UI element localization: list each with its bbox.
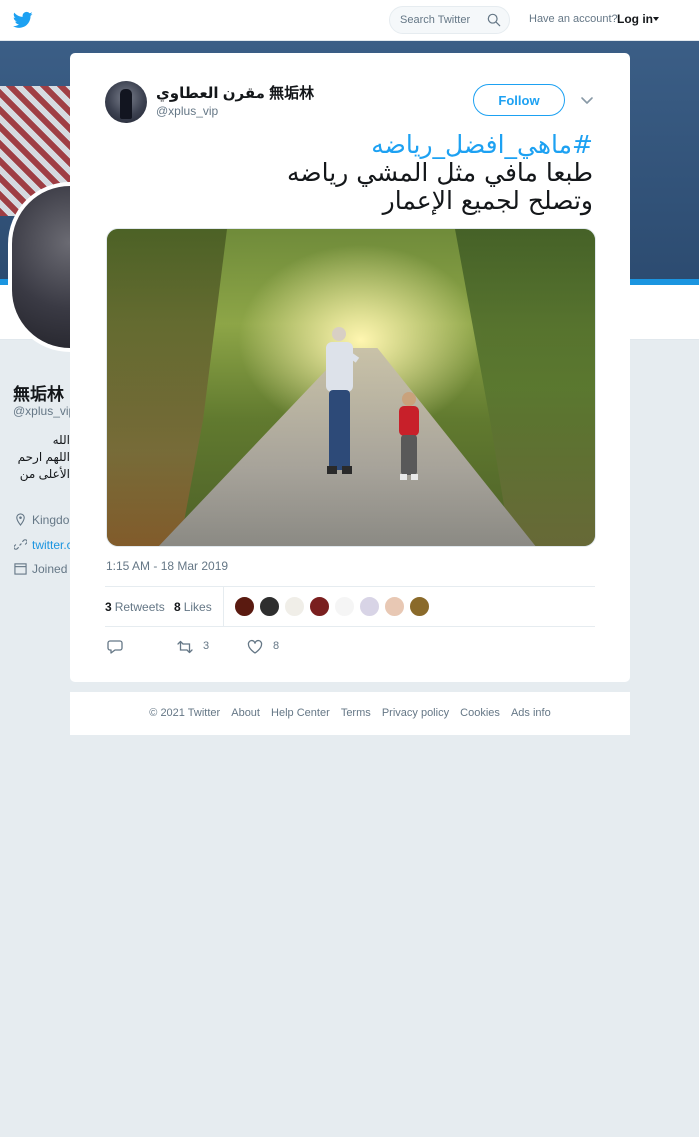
tweet-author-handle[interactable]: @xplus_vip: [156, 104, 218, 118]
likes-count: 8: [174, 600, 181, 614]
retweets-stat[interactable]: 3 Retweets: [105, 600, 165, 614]
footer-links: © 2021 Twitter About Help Center Terms P…: [70, 707, 630, 719]
avatar-figure: [120, 89, 132, 119]
liker-avatar[interactable]: [359, 596, 380, 617]
retweets-label: Retweets: [114, 600, 165, 614]
tweet-text-line: طبعا مافي مثل المشي رياضه: [286, 158, 593, 187]
liker-avatar[interactable]: [234, 596, 255, 617]
modal-footer: © 2021 Twitter About Help Center Terms P…: [70, 692, 630, 735]
reply-icon: [107, 640, 123, 654]
footer-link-ads-info[interactable]: Ads info: [511, 707, 551, 719]
chevron-down-icon[interactable]: [580, 93, 594, 107]
likes-label: Likes: [183, 600, 212, 614]
retweet-icon: [177, 640, 193, 654]
tweet-author-name[interactable]: مقرن العطاوي 無垢林: [156, 82, 314, 103]
stats-divider: [223, 587, 224, 626]
like-button[interactable]: 8: [247, 637, 287, 657]
liker-avatar[interactable]: [309, 596, 330, 617]
retweet-count: 3: [203, 640, 210, 652]
liker-avatar[interactable]: [409, 596, 430, 617]
tweet-permalink-modal: مقرن العطاوي 無垢林 @xplus_vip Follow #ماهي…: [70, 53, 630, 682]
retweets-count: 3: [105, 600, 112, 614]
tweet-author-avatar[interactable]: [105, 81, 147, 123]
tweet-timestamp[interactable]: 1:15 AM - 18 Mar 2019: [106, 559, 228, 573]
reply-button[interactable]: [107, 637, 127, 657]
tweet-stats: 3 Retweets 8 Likes: [105, 586, 595, 627]
liker-avatar[interactable]: [259, 596, 280, 617]
likes-stat[interactable]: 8 Likes: [174, 600, 212, 614]
footer-link-cookies[interactable]: Cookies: [460, 707, 500, 719]
footer-link-help-center[interactable]: Help Center: [271, 707, 330, 719]
tweet-photo[interactable]: [106, 228, 596, 547]
follow-button[interactable]: Follow: [473, 84, 565, 116]
tweet-text-line: وتصلح لجميع الإعمار: [382, 186, 593, 215]
liker-avatar[interactable]: [284, 596, 305, 617]
retweet-button[interactable]: 3: [177, 637, 217, 657]
photo-grandfather-figure: [326, 327, 360, 474]
footer-copyright: © 2021 Twitter: [149, 707, 221, 719]
like-count: 8: [273, 640, 280, 652]
tweet-text: #ماهي_افضل_رياضه طبعا مافي مثل المشي ريا…: [105, 131, 593, 215]
footer-link-privacy-policy[interactable]: Privacy policy: [382, 707, 449, 719]
footer-link-terms[interactable]: Terms: [341, 707, 371, 719]
tweet-actions: 3 8: [105, 637, 595, 661]
photo-child-figure: [399, 392, 419, 480]
footer-link-about[interactable]: About: [231, 707, 260, 719]
heart-icon: [247, 639, 263, 654]
close-icon[interactable]: [659, 11, 681, 33]
liker-avatar[interactable]: [384, 596, 405, 617]
tweet-hashtag[interactable]: #ماهي_افضل_رياضه: [105, 131, 593, 159]
liker-avatar[interactable]: [334, 596, 355, 617]
